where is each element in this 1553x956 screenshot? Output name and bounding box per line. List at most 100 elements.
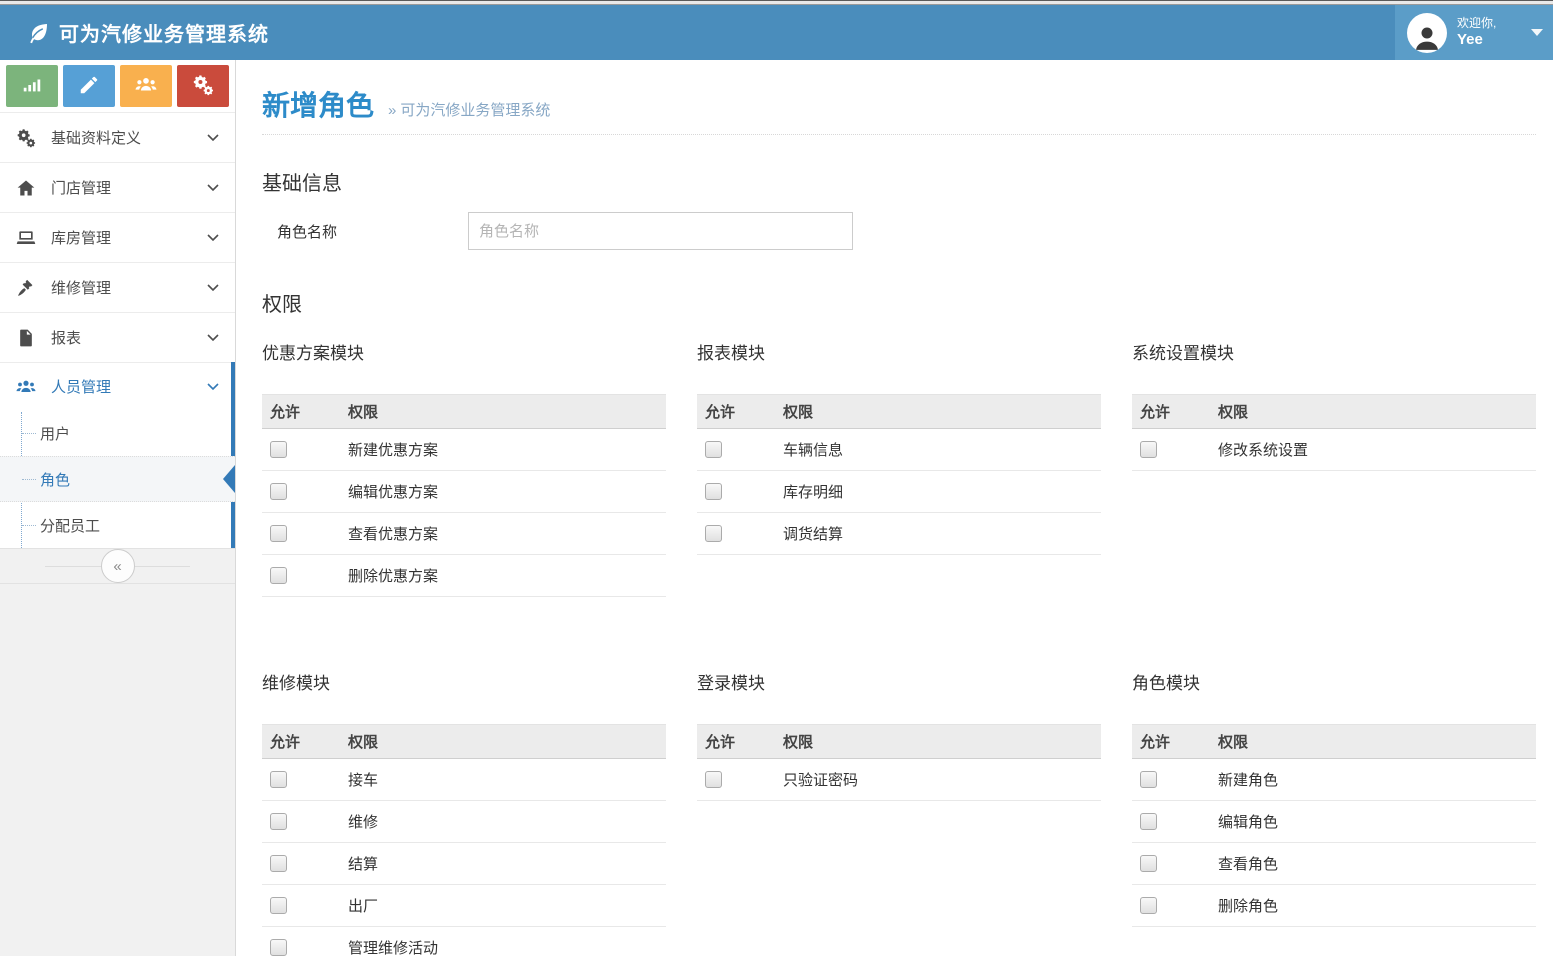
permission-checkbox[interactable]: [705, 771, 722, 788]
permission-row: 删除角色: [1132, 885, 1536, 927]
permission-label: 编辑角色: [1210, 801, 1536, 843]
permission-checkbox[interactable]: [270, 441, 287, 458]
shortcut-settings-button[interactable]: [177, 65, 229, 107]
app-header: 可为汽修业务管理系统 欢迎你, Yee: [0, 5, 1553, 60]
breadcrumb: »可为汽修业务管理系统: [388, 99, 550, 120]
sidebar-item-store-management[interactable]: 门店管理: [0, 162, 235, 212]
permission-table: 允许 权限 只验证密码: [697, 724, 1101, 801]
role-name-row: 角色名称: [262, 212, 1536, 250]
sidebar-item-label: 门店管理: [51, 177, 207, 198]
bar-chart-icon: [21, 74, 43, 99]
module-title: 角色模块: [1132, 669, 1536, 694]
user-name: Yee: [1457, 31, 1527, 50]
permission-table: 允许 权限 修改系统设置: [1132, 394, 1536, 471]
user-menu[interactable]: 欢迎你, Yee: [1395, 5, 1553, 60]
permission-row: 出厂: [262, 885, 666, 927]
module-title: 优惠方案模块: [262, 339, 666, 364]
chevron-down-icon: [207, 284, 219, 292]
permission-row: 查看优惠方案: [262, 513, 666, 555]
permission-row: 只验证密码: [697, 759, 1101, 801]
permission-checkbox[interactable]: [705, 483, 722, 500]
permission-label: 修改系统设置: [1210, 429, 1536, 471]
permission-label: 接车: [340, 759, 666, 801]
gavel-icon: [16, 278, 38, 298]
permission-column-header: 权限: [340, 395, 666, 429]
sidebar-item-personnel-management[interactable]: 人员管理: [0, 362, 235, 410]
permission-label: 管理维修活动: [340, 927, 666, 956]
sidebar-item-label: 维修管理: [51, 277, 207, 298]
permission-checkbox[interactable]: [270, 525, 287, 542]
permission-checkbox[interactable]: [1140, 897, 1157, 914]
gears-icon: [16, 128, 38, 148]
permission-checkbox[interactable]: [270, 897, 287, 914]
permission-column-header: 权限: [775, 395, 1101, 429]
allow-column-header: 允许: [1132, 725, 1210, 759]
shortcut-edit-button[interactable]: [63, 65, 115, 107]
brand: 可为汽修业务管理系统: [0, 18, 269, 47]
permission-row: 修改系统设置: [1132, 429, 1536, 471]
permission-label: 查看优惠方案: [340, 513, 666, 555]
sidebar-background: [0, 584, 235, 956]
permission-checkbox[interactable]: [270, 855, 287, 872]
breadcrumb-separator: »: [388, 102, 396, 119]
role-name-label: 角色名称: [262, 221, 468, 242]
permission-checkbox[interactable]: [270, 813, 287, 830]
allow-column-header: 允许: [1132, 395, 1210, 429]
sidebar-collapse-button[interactable]: «: [101, 549, 135, 583]
sidebar-item-label: 人员管理: [51, 376, 207, 397]
permission-table: 允许 权限 车辆信息 库存明细 调货结算: [697, 394, 1101, 555]
sidebar-item-label: 基础资料定义: [51, 127, 207, 148]
laptop-icon: [16, 228, 38, 248]
permission-checkbox[interactable]: [705, 441, 722, 458]
permission-label: 新建优惠方案: [340, 429, 666, 471]
permission-checkbox[interactable]: [1140, 813, 1157, 830]
permission-checkbox[interactable]: [270, 483, 287, 500]
page-title: 新增角色: [262, 84, 374, 124]
caret-down-icon: [1531, 29, 1543, 36]
shortcut-users-button[interactable]: [120, 65, 172, 107]
permission-checkbox[interactable]: [270, 939, 287, 956]
sidebar-item-warehouse-management[interactable]: 库房管理: [0, 212, 235, 262]
permission-row: 维修: [262, 801, 666, 843]
sidebar-subitem-users[interactable]: 用户: [0, 410, 235, 456]
sidebar-item-basic-data[interactable]: 基础资料定义: [0, 112, 235, 162]
chevron-down-icon: [207, 383, 219, 391]
permission-checkbox[interactable]: [705, 525, 722, 542]
shortcut-chart-button[interactable]: [6, 65, 58, 107]
sidebar-item-repair-management[interactable]: 维修管理: [0, 262, 235, 312]
sidebar-subitem-label: 分配员工: [40, 515, 100, 536]
allow-column-header: 允许: [697, 725, 775, 759]
permission-checkbox[interactable]: [270, 771, 287, 788]
chevron-down-icon: [207, 184, 219, 192]
permission-column-header: 权限: [1210, 725, 1536, 759]
permission-label: 车辆信息: [775, 429, 1101, 471]
sidebar-subitem-label: 角色: [40, 469, 70, 490]
personnel-submenu: 用户 角色 分配员工: [0, 410, 235, 548]
home-icon: [16, 178, 38, 198]
permission-row: 调货结算: [697, 513, 1101, 555]
sidebar: 基础资料定义 门店管理 库房管理 维修管理 报表: [0, 60, 236, 956]
allow-column-header: 允许: [262, 725, 340, 759]
role-name-input[interactable]: [468, 212, 853, 250]
sidebar-subitem-roles[interactable]: 角色: [0, 456, 235, 502]
sidebar-item-reports[interactable]: 报表: [0, 312, 235, 362]
permission-checkbox[interactable]: [270, 567, 287, 584]
allow-column-header: 允许: [262, 395, 340, 429]
permission-label: 出厂: [340, 885, 666, 927]
permission-row: 接车: [262, 759, 666, 801]
sidebar-collapse-bar: «: [0, 548, 235, 584]
permission-module: 维修模块 允许 权限 接车 维修 结算 出厂 管理维修活动 回访: [262, 669, 666, 956]
permission-label: 结算: [340, 843, 666, 885]
permission-label: 库存明细: [775, 471, 1101, 513]
permission-label: 编辑优惠方案: [340, 471, 666, 513]
permission-checkbox[interactable]: [1140, 771, 1157, 788]
permission-row: 新建优惠方案: [262, 429, 666, 471]
permission-row: 编辑角色: [1132, 801, 1536, 843]
permissions-grid: 优惠方案模块 允许 权限 新建优惠方案 编辑优惠方案 查看优惠方案 删除优惠方案…: [262, 339, 1536, 956]
sidebar-subitem-assign-staff[interactable]: 分配员工: [0, 502, 235, 548]
permission-checkbox[interactable]: [1140, 855, 1157, 872]
permission-module: 系统设置模块 允许 权限 修改系统设置: [1132, 339, 1536, 669]
permission-checkbox[interactable]: [1140, 441, 1157, 458]
permission-row: 管理维修活动: [262, 927, 666, 956]
permission-label: 查看角色: [1210, 843, 1536, 885]
